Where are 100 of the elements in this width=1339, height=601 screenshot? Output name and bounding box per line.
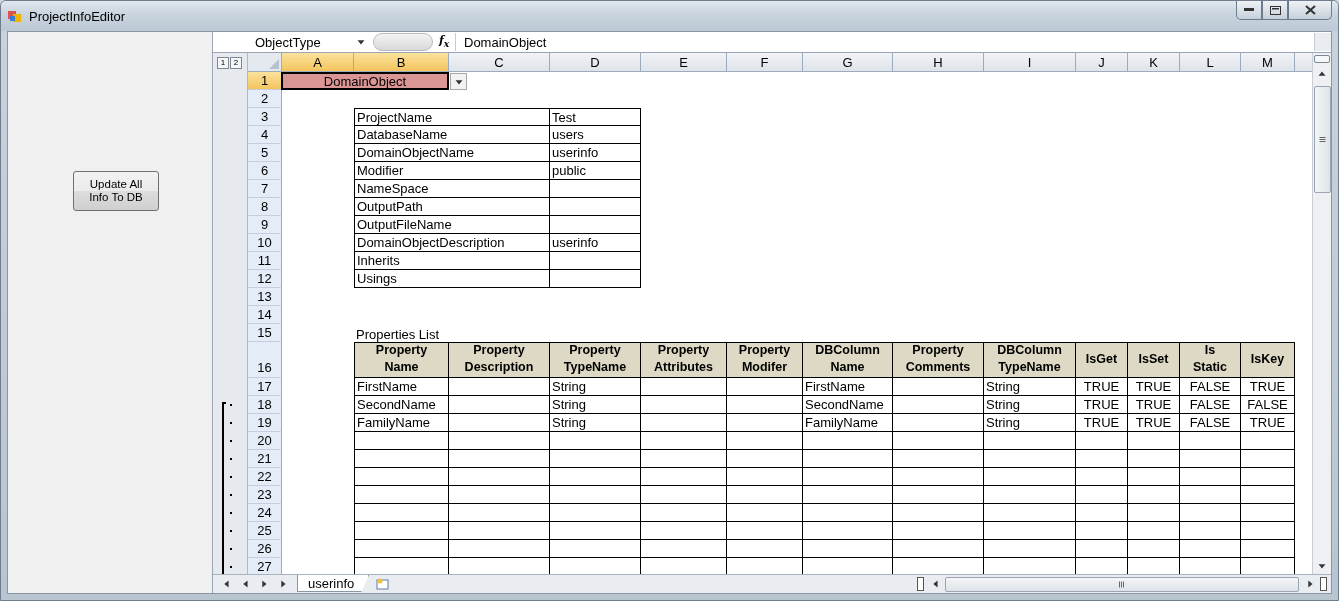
app-icon — [7, 8, 23, 24]
column-heading: Property TypeName — [550, 342, 641, 378]
table-cell: FALSE — [1241, 396, 1295, 414]
table-cell: SecondName — [354, 396, 449, 414]
row-header[interactable]: 19 — [248, 414, 282, 432]
table-cell: TRUE — [1076, 414, 1128, 432]
active-cell[interactable]: DomainObject — [281, 72, 449, 90]
row-header[interactable]: 5 — [248, 144, 282, 162]
maximize-icon — [1269, 5, 1281, 15]
column-header[interactable]: K — [1128, 53, 1180, 72]
table-cell — [1128, 504, 1180, 522]
table-cell — [1128, 522, 1180, 540]
table-cell: userinfo — [550, 234, 641, 252]
table-cell: String — [550, 396, 641, 414]
row-header[interactable]: 1 — [248, 72, 282, 90]
table-cell: String — [984, 396, 1076, 414]
close-icon — [1304, 5, 1316, 15]
row-header[interactable]: 3 — [248, 108, 282, 126]
row-header[interactable]: 17 — [248, 378, 282, 396]
name-box[interactable]: ObjectType — [213, 33, 373, 51]
column-heading: DBColumn Name — [803, 342, 893, 378]
split-handle[interactable] — [1314, 55, 1330, 63]
outline-group-bracket[interactable] — [222, 402, 226, 574]
row-header[interactable]: 16 — [248, 342, 282, 378]
column-header[interactable]: H — [893, 53, 984, 72]
new-sheet-icon — [376, 578, 391, 590]
row-header[interactable]: 12 — [248, 270, 282, 288]
table-cell: TRUE — [1128, 378, 1180, 396]
row-header[interactable]: 11 — [248, 252, 282, 270]
dropdown-button[interactable] — [450, 73, 467, 90]
column-header[interactable]: G — [803, 53, 893, 72]
table-cell: users — [550, 126, 641, 144]
function-button[interactable]: f$_{x}$ — [433, 34, 455, 50]
table-cell — [1180, 432, 1241, 450]
row-header[interactable]: 13 — [248, 288, 282, 306]
row-header[interactable]: 6 — [248, 162, 282, 180]
column-heading: Property Attributes — [641, 342, 727, 378]
table-cell: FamilyName — [803, 414, 893, 432]
column-header[interactable]: B — [354, 53, 449, 72]
table-cell — [1128, 540, 1180, 558]
row-header[interactable]: 10 — [248, 234, 282, 252]
row-header[interactable]: 18 — [248, 396, 282, 414]
table-cell: ProjectName — [354, 108, 550, 126]
table-cell — [1128, 450, 1180, 468]
row-header[interactable]: 4 — [248, 126, 282, 144]
formula-bar-handle[interactable] — [373, 33, 433, 51]
row-header[interactable]: 27 — [248, 558, 282, 574]
row-header[interactable]: 14 — [248, 306, 282, 324]
row-header[interactable]: 2 — [248, 90, 282, 108]
table-cell: FALSE — [1180, 396, 1241, 414]
maximize-button[interactable] — [1262, 1, 1288, 20]
row-header[interactable]: 26 — [248, 540, 282, 558]
row-header[interactable]: 9 — [248, 216, 282, 234]
close-button[interactable] — [1288, 1, 1332, 20]
column-header[interactable]: C — [449, 53, 550, 72]
split-handle[interactable] — [1320, 577, 1327, 591]
scroll-thumb[interactable] — [1313, 86, 1331, 193]
row-header[interactable]: 22 — [248, 468, 282, 486]
column-header[interactable]: M — [1241, 53, 1295, 72]
row-header[interactable]: 23 — [248, 486, 282, 504]
row-header[interactable]: 24 — [248, 504, 282, 522]
column-header[interactable]: E — [641, 53, 727, 72]
column-header[interactable]: F — [727, 53, 803, 72]
table-cell: userinfo — [550, 144, 641, 162]
minimize-icon — [1244, 8, 1254, 12]
table-cell: public — [550, 162, 641, 180]
update-button[interactable]: Update All Info To DB — [73, 171, 159, 211]
table-cell — [1241, 450, 1295, 468]
table-cell — [1241, 468, 1295, 486]
column-header[interactable]: A — [282, 53, 354, 72]
table-cell — [1076, 432, 1128, 450]
minimize-button[interactable] — [1236, 1, 1262, 20]
split-handle[interactable] — [917, 577, 925, 591]
column-header[interactable]: D — [550, 53, 641, 72]
table-cell: DomainObjectDescription — [354, 234, 550, 252]
table-cell — [1241, 432, 1295, 450]
row-header[interactable]: 20 — [248, 432, 282, 450]
table-cell: TRUE — [1128, 396, 1180, 414]
row-header[interactable]: 8 — [248, 198, 282, 216]
row-header[interactable]: 15 — [248, 324, 282, 342]
table-cell — [1241, 540, 1295, 558]
sheet-tab[interactable]: userinfo — [297, 575, 370, 592]
column-header[interactable]: J — [1076, 53, 1128, 72]
row-header[interactable]: 25 — [248, 522, 282, 540]
table-cell: Usings — [354, 270, 550, 288]
column-header[interactable]: L — [1180, 53, 1241, 72]
scroll-thumb[interactable] — [945, 576, 1299, 592]
table-cell — [1241, 522, 1295, 540]
grip-icon — [1119, 580, 1126, 588]
table-caption: Properties List — [355, 326, 441, 342]
row-header[interactable]: 7 — [248, 180, 282, 198]
table-cell: String — [984, 378, 1076, 396]
table-cell — [1076, 450, 1128, 468]
row-header[interactable]: 21 — [248, 450, 282, 468]
table-cell: FALSE — [1180, 378, 1241, 396]
table-cell: TRUE — [1241, 414, 1295, 432]
table-cell: DatabaseName — [354, 126, 550, 144]
table-cell — [1180, 486, 1241, 504]
column-header[interactable]: I — [984, 53, 1076, 72]
table-cell — [1180, 468, 1241, 486]
